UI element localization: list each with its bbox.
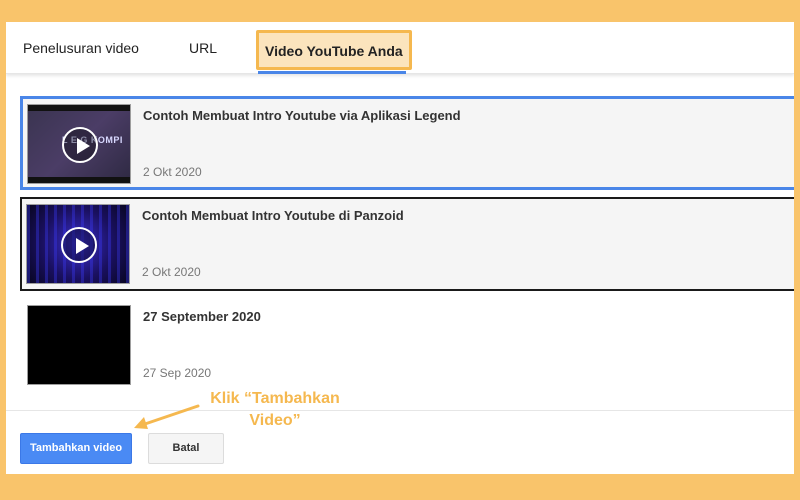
cancel-button[interactable]: Batal bbox=[148, 433, 224, 464]
active-tab-indicator bbox=[258, 71, 406, 74]
add-video-button[interactable]: Tambahkan video bbox=[20, 433, 132, 464]
thumbnail-top-bar bbox=[28, 105, 130, 111]
video-title: Contoh Membuat Intro Youtube via Aplikas… bbox=[143, 108, 461, 123]
video-item[interactable]: Contoh Membuat Intro Youtube di Panzoid … bbox=[20, 197, 794, 291]
tab-url[interactable]: URL bbox=[189, 22, 217, 74]
play-icon bbox=[62, 127, 98, 163]
tab-bar: Penelusuran video URL Video YouTube Anda bbox=[6, 22, 794, 74]
video-date: 27 Sep 2020 bbox=[143, 366, 212, 380]
annotation-line-2: Video” bbox=[249, 412, 301, 429]
annotation-arrow-icon bbox=[134, 404, 200, 429]
video-item[interactable]: 27 September 2020 27 Sep 2020 bbox=[20, 298, 794, 392]
thumbnail-bottom-bar bbox=[28, 177, 130, 183]
video-date: 2 Okt 2020 bbox=[143, 165, 202, 179]
video-date: 2 Okt 2020 bbox=[142, 265, 201, 279]
video-thumbnail: L E G KOMPI bbox=[27, 104, 131, 184]
dialog-footer: Tambahkan video Batal bbox=[6, 410, 794, 474]
video-list[interactable]: L E G KOMPI Contoh Membuat Intro Youtube… bbox=[20, 96, 794, 410]
video-item[interactable]: L E G KOMPI Contoh Membuat Intro Youtube… bbox=[20, 96, 794, 190]
video-title: Contoh Membuat Intro Youtube di Panzoid bbox=[142, 208, 404, 223]
insert-video-dialog: Penelusuran video URL Video YouTube Anda… bbox=[6, 22, 794, 474]
video-title: 27 September 2020 bbox=[143, 309, 261, 324]
play-icon bbox=[61, 227, 97, 263]
tab-video-search[interactable]: Penelusuran video bbox=[23, 22, 139, 74]
annotation-callout: Klik “Tambahkan Video” bbox=[205, 388, 345, 432]
video-thumbnail bbox=[27, 305, 131, 385]
tab-your-youtube-videos[interactable]: Video YouTube Anda bbox=[256, 30, 412, 70]
video-thumbnail bbox=[26, 204, 130, 284]
annotation-line-1: Klik “Tambahkan bbox=[210, 390, 340, 407]
